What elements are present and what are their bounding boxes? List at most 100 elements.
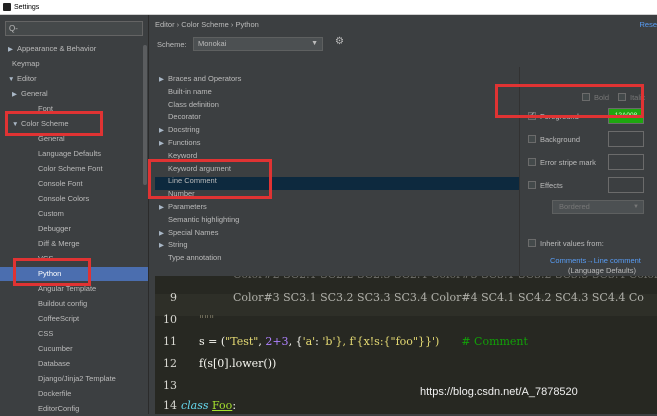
sidebar-item-label: Language Defaults <box>38 149 101 158</box>
sidebar-item-label: Color Scheme Font <box>38 164 103 173</box>
sidebar-item[interactable]: ▼ Editor <box>8 72 37 86</box>
code-text: , { <box>288 335 303 348</box>
sidebar-item-label: CSS <box>38 329 54 338</box>
attribute-item[interactable]: Decorator <box>159 111 201 124</box>
inherit-link[interactable]: Comments→Line comment <box>550 256 641 265</box>
sidebar-item-label: Debugger <box>38 224 71 233</box>
code-string: "Test" <box>225 335 259 348</box>
sidebar-item[interactable]: Keymap <box>12 57 40 71</box>
sidebar-item[interactable]: Language Defaults <box>38 147 101 161</box>
line-number: 11 <box>163 335 177 348</box>
line-number: 9 <box>170 291 177 304</box>
code-string: }, f'{ <box>335 335 364 348</box>
inherit-label: Inherit values from: <box>540 239 604 248</box>
scheme-label: Scheme: <box>157 40 187 49</box>
attribute-item[interactable]: ▶ Functions <box>159 137 201 150</box>
attribute-item[interactable]: Class definition <box>159 99 219 112</box>
sidebar-item-label: Django/Jinja2 Template <box>38 374 116 383</box>
code-text: s = ( <box>199 335 226 348</box>
code-text: : <box>232 399 237 412</box>
sidebar-item-label: Editor <box>17 74 37 83</box>
error-stripe-color-swatch[interactable] <box>608 154 644 170</box>
code-line-13: 13 <box>155 375 199 397</box>
line-number: 10 <box>163 313 177 326</box>
sidebar-item[interactable]: Dockerfile <box>38 387 71 401</box>
sidebar-item-label: Buildout config <box>38 299 88 308</box>
effects-color-swatch[interactable] <box>608 177 644 193</box>
sidebar-item-label: General <box>21 89 48 98</box>
inherit-checkbox[interactable] <box>528 239 536 247</box>
sidebar-item[interactable]: Buildout config <box>38 297 87 311</box>
sidebar-item[interactable]: Database <box>38 357 70 371</box>
code-preview[interactable]: Color#2 SC2.1 SC2.2 SC2.3 SC2.4 Color#3 … <box>155 276 657 414</box>
sidebar-item[interactable]: CSS <box>38 327 53 341</box>
line-number: 12 <box>163 357 177 370</box>
sidebar-item[interactable]: Color Scheme Font <box>38 162 103 176</box>
attribute-item-label: Functions <box>168 138 201 147</box>
attribute-item[interactable]: ▶ String <box>159 239 188 252</box>
sidebar-item[interactable]: ▶ Appearance & Behavior <box>8 42 96 56</box>
sidebar-item-label: Keymap <box>12 59 40 68</box>
sidebar-item[interactable]: Cucumber <box>38 342 73 356</box>
sidebar-item[interactable]: Django/Jinja2 Template <box>38 372 116 386</box>
effects-checkbox[interactable] <box>528 181 536 189</box>
chevron-right-icon: ▶ <box>159 140 164 147</box>
line-number: 14 <box>163 399 177 412</box>
chevron-right-icon: ▶ <box>8 46 13 53</box>
sidebar-item[interactable]: ▶ General <box>12 87 48 101</box>
sidebar-item[interactable]: Console Colors <box>38 192 89 206</box>
chevron-down-icon: ▼ <box>633 204 639 210</box>
code-keyword: class <box>181 399 209 412</box>
attribute-item-label: String <box>168 240 188 250</box>
sidebar-item[interactable]: Custom <box>38 207 64 221</box>
chevron-right-icon: ▶ <box>159 204 164 211</box>
sidebar-item[interactable]: Debugger <box>38 222 71 236</box>
background-label: Background <box>540 135 581 144</box>
annotation-box-foreground <box>495 84 644 118</box>
sidebar-item[interactable]: CoffeeScript <box>38 312 79 326</box>
code-number: 2+3 <box>265 335 289 348</box>
window-title: Settings <box>14 3 40 11</box>
attribute-item-label: Semantic highlighting <box>168 214 240 224</box>
reset-link[interactable]: Rese <box>639 20 657 29</box>
window-titlebar: Settings <box>0 0 657 15</box>
effects-label: Effects <box>540 181 563 190</box>
scheme-select[interactable]: Monokai ▼ <box>193 37 323 51</box>
attribute-item[interactable]: Type annotation <box>159 252 221 265</box>
code-comment: # Comment <box>461 335 528 348</box>
sidebar-item-label: Dockerfile <box>38 389 72 398</box>
error-stripe-checkbox[interactable] <box>528 158 536 166</box>
code-text: Color#3 SC3.1 SC3.2 SC3.3 SC3.4 Color#4 … <box>233 291 644 304</box>
sidebar-scrollbar[interactable] <box>143 45 147 185</box>
attribute-item-label: Class definition <box>168 99 219 109</box>
attribute-item[interactable]: ▶ Parameters <box>159 201 207 214</box>
attribute-item[interactable]: ▶ Docstring <box>159 124 200 137</box>
gear-icon[interactable]: ⚙ <box>335 36 344 47</box>
chevron-down-icon: ▼ <box>311 40 318 47</box>
attribute-item-label: Decorator <box>168 112 201 122</box>
annotation-box-line-comment <box>148 159 272 199</box>
settings-search-input[interactable]: Q- <box>5 21 143 36</box>
sidebar-item[interactable]: Console Font <box>38 177 83 191</box>
attribute-item-label: Docstring <box>168 125 200 135</box>
attribute-item-label: Built-in name <box>168 86 212 96</box>
background-color-swatch[interactable] <box>608 131 644 147</box>
sidebar-item-label: Appearance & Behavior <box>17 44 97 53</box>
sidebar-item[interactable]: Diff & Merge <box>38 237 80 251</box>
inherit-sub-label: (Language Defaults) <box>568 266 636 275</box>
attribute-item[interactable]: ▶ Special Names <box>159 227 218 240</box>
background-checkbox[interactable] <box>528 135 536 143</box>
code-string: }') <box>424 335 440 348</box>
code-text: """ <box>199 313 215 326</box>
sidebar-item-label: EditorConfig <box>38 404 80 413</box>
attribute-item-label: Type annotation <box>168 253 222 263</box>
attribute-item[interactable]: Built-in name <box>159 86 212 99</box>
line-number: 13 <box>163 379 177 392</box>
attribute-item[interactable]: Semantic highlighting <box>159 214 239 227</box>
effects-type-select[interactable]: Bordered ▼ <box>552 200 644 214</box>
sidebar-item-label: Database <box>38 359 71 368</box>
attribute-item-label: Braces and Operators <box>168 74 242 83</box>
chevron-right-icon: ▶ <box>12 91 17 98</box>
code-text: f(s[0].lower()) <box>199 357 277 370</box>
attribute-item[interactable]: ▶ Braces and Operators <box>159 73 241 86</box>
